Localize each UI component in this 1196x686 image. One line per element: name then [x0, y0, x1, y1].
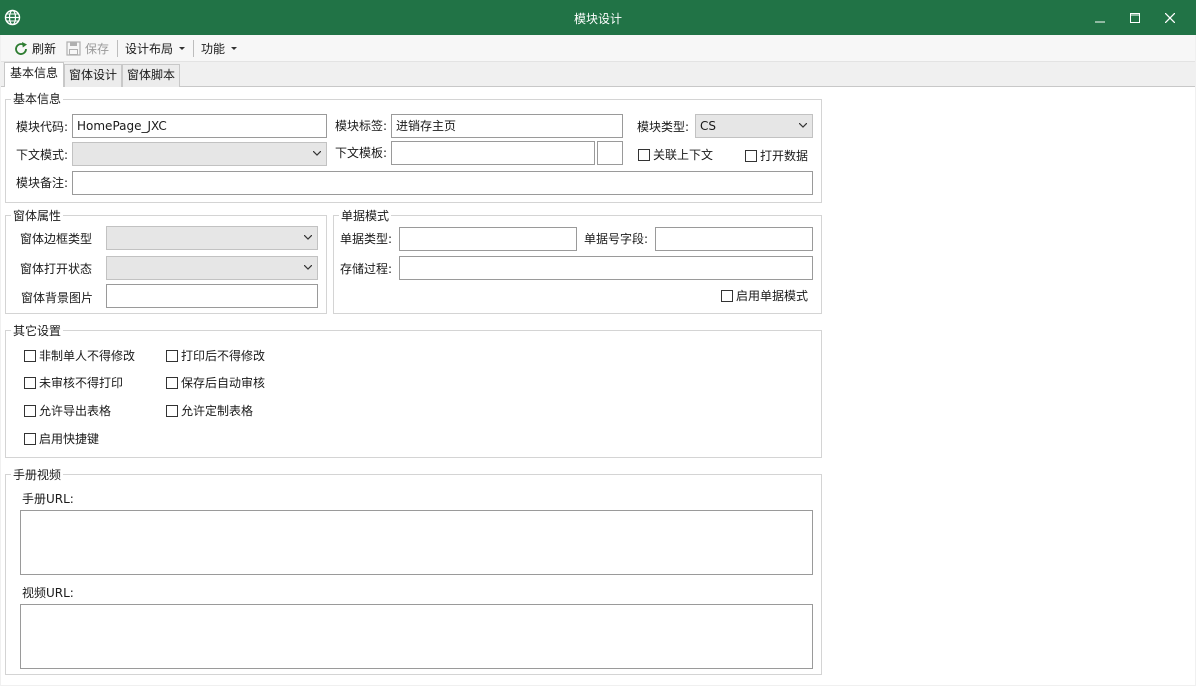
- video-url-textarea[interactable]: [20, 604, 813, 669]
- main-panel: 基本信息 模块代码: HomePage_JXC 模块标签: 进销存主页 模块类型…: [1, 87, 1195, 685]
- checkbox-box: [166, 377, 178, 389]
- chevron-down-icon: [799, 123, 807, 128]
- checkbox-box: [24, 350, 36, 362]
- option-checkbox[interactable]: 非制单人不得修改: [24, 349, 135, 363]
- checkbox-box: [745, 150, 757, 162]
- border-type-select[interactable]: [106, 226, 318, 250]
- tab-bar: 基本信息 窗体设计 窗体脚本: [1, 62, 1195, 88]
- stored-proc-input[interactable]: [399, 256, 813, 280]
- context-template-picker[interactable]: [597, 141, 623, 165]
- form-props-title: 窗体属性: [11, 209, 64, 223]
- context-mode-select[interactable]: [72, 142, 327, 166]
- design-layout-label: 设计布局: [125, 42, 174, 56]
- save-label: 保存: [85, 42, 110, 56]
- context-mode-label: 下文模式:: [16, 148, 69, 162]
- tab-form-script[interactable]: 窗体脚本: [122, 64, 180, 88]
- other-settings-title: 其它设置: [11, 324, 64, 338]
- refresh-icon: [15, 41, 27, 55]
- option-label: 启用快捷键: [39, 432, 100, 446]
- manual-url-textarea[interactable]: [20, 510, 813, 575]
- tab-form-design[interactable]: 窗体设计: [64, 64, 122, 88]
- design-layout-menu[interactable]: 设计布局: [125, 39, 186, 58]
- minimize-button[interactable]: [1083, 0, 1117, 35]
- video-url-label: 视频URL:: [22, 586, 74, 600]
- save-icon: [66, 41, 81, 56]
- open-state-label: 窗体打开状态: [20, 262, 93, 276]
- option-checkbox[interactable]: 打印后不得修改: [166, 349, 265, 363]
- option-checkbox[interactable]: 启用快捷键: [24, 432, 99, 446]
- enable-doc-mode-checkbox[interactable]: 启用单据模式: [721, 289, 808, 303]
- refresh-button[interactable]: 刷新: [13, 39, 56, 58]
- manual-video-title: 手册视频: [11, 468, 64, 482]
- option-checkbox[interactable]: 未审核不得打印: [24, 376, 123, 390]
- link-context-checkbox[interactable]: 关联上下文: [638, 148, 713, 162]
- module-type-value: CS: [700, 119, 716, 133]
- module-type-label: 模块类型:: [637, 120, 690, 134]
- option-label: 允许定制表格: [181, 404, 254, 418]
- close-button[interactable]: [1153, 0, 1187, 35]
- border-type-label: 窗体边框类型: [20, 232, 93, 246]
- context-template-label: 下文模板:: [335, 146, 388, 160]
- bg-image-input[interactable]: [106, 284, 318, 308]
- title-bar: 模块设计: [0, 0, 1196, 35]
- doc-no-field-input[interactable]: [655, 227, 813, 251]
- maximize-icon: [1130, 12, 1140, 23]
- manual-url-label: 手册URL:: [22, 492, 74, 506]
- doc-type-label: 单据类型:: [340, 232, 393, 246]
- function-label: 功能: [201, 42, 226, 56]
- toolbar-divider: [117, 40, 118, 57]
- option-checkbox[interactable]: 允许导出表格: [24, 404, 111, 418]
- option-label: 打印后不得修改: [181, 349, 266, 363]
- tab-basic-info[interactable]: 基本信息: [4, 62, 64, 88]
- option-label: 非制单人不得修改: [39, 349, 136, 363]
- checkbox-box: [24, 377, 36, 389]
- doc-no-field-label: 单据号字段:: [584, 232, 649, 246]
- doc-mode-title: 单据模式: [339, 209, 392, 223]
- option-label: 未审核不得打印: [39, 376, 124, 390]
- remark-input[interactable]: [72, 171, 813, 195]
- option-label: 保存后自动审核: [181, 376, 266, 390]
- module-code-label: 模块代码:: [16, 120, 69, 134]
- enable-doc-mode-label: 启用单据模式: [736, 289, 809, 303]
- open-state-select[interactable]: [106, 256, 318, 280]
- checkbox-box: [638, 149, 650, 161]
- module-tag-input[interactable]: 进销存主页: [391, 114, 623, 138]
- window-title: 模块设计: [573, 12, 622, 26]
- maximize-button[interactable]: [1118, 0, 1152, 35]
- remark-label: 模块备注:: [16, 176, 69, 190]
- checkbox-box: [166, 405, 178, 417]
- doc-type-input[interactable]: [399, 227, 577, 251]
- context-template-input[interactable]: [391, 141, 595, 165]
- open-data-checkbox[interactable]: 打开数据: [745, 149, 808, 163]
- module-tag-label: 模块标签:: [335, 119, 388, 133]
- bg-image-label: 窗体背景图片: [21, 291, 94, 305]
- close-icon: [1165, 12, 1175, 23]
- function-menu[interactable]: 功能: [201, 39, 238, 58]
- chevron-down-icon: [304, 265, 312, 270]
- module-code-input[interactable]: HomePage_JXC: [72, 114, 327, 138]
- option-label: 允许导出表格: [39, 404, 112, 418]
- option-checkbox[interactable]: 保存后自动审核: [166, 376, 265, 390]
- basic-info-title: 基本信息: [11, 92, 64, 106]
- checkbox-box: [24, 405, 36, 417]
- checkbox-box: [166, 350, 178, 362]
- open-data-label: 打开数据: [760, 149, 809, 163]
- minimize-icon: [1095, 21, 1105, 22]
- toolbar-divider: [193, 40, 194, 57]
- chevron-down-icon: [304, 235, 312, 240]
- module-type-select[interactable]: CS: [695, 114, 813, 138]
- link-context-label: 关联上下文: [653, 148, 714, 162]
- option-checkbox[interactable]: 允许定制表格: [166, 404, 253, 418]
- save-button[interactable]: 保存: [66, 39, 109, 58]
- checkbox-box: [721, 290, 733, 302]
- toolbar: 刷新 保存 设计布局 功能: [1, 35, 1195, 62]
- dropdown-caret-icon: [231, 47, 238, 50]
- dropdown-caret-icon: [179, 47, 186, 50]
- checkbox-box: [24, 433, 36, 445]
- chevron-down-icon: [313, 151, 321, 156]
- stored-proc-label: 存储过程:: [340, 262, 393, 276]
- refresh-label: 刷新: [32, 42, 57, 56]
